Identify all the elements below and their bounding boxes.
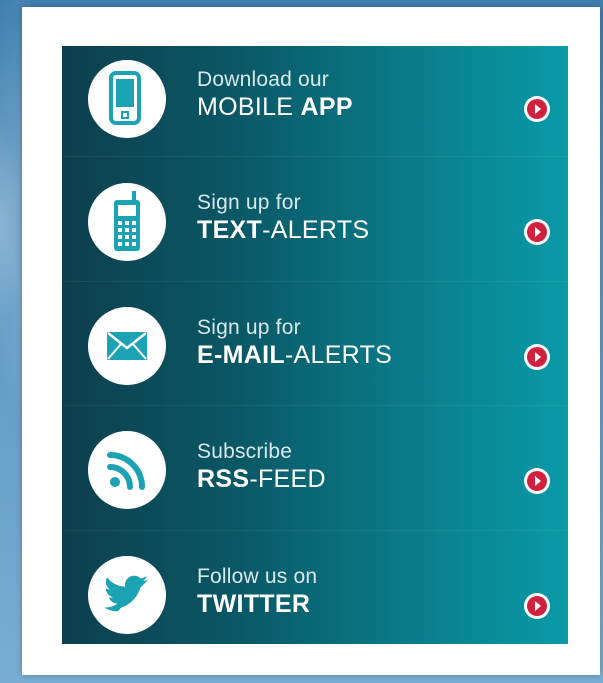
twitter-line1: Follow us on [197, 564, 318, 588]
text-alerts-title-rest: -ALERTS [262, 216, 370, 244]
mobile-app-line2: MOBILE APP [197, 92, 353, 122]
envelope-icon [88, 306, 166, 385]
rss-feed-arrow-icon[interactable] [524, 468, 550, 495]
text-alerts-row[interactable]: Sign up for TEXT-ALERTS [62, 157, 568, 282]
subscription-panel: Download our MOBILE APP Sign up for TEXT… [62, 46, 568, 644]
mobile-app-title-bold: APP [300, 93, 353, 121]
mobile-app-arrow-icon[interactable] [524, 96, 550, 122]
mobile-app-text: Download our MOBILE APP [197, 68, 353, 122]
mobile-app-title: MOBILE [197, 93, 294, 121]
rss-feed-line1: Subscribe [197, 440, 293, 464]
twitter-line2: TWITTER [197, 589, 317, 619]
email-alerts-line1: Sign up for [197, 315, 301, 339]
text-alerts-title-bold: TEXT [197, 216, 263, 244]
email-alerts-arrow-icon[interactable] [524, 343, 550, 370]
twitter-text: Follow us on TWITTER [197, 565, 317, 619]
twitter-bird-icon [88, 555, 166, 634]
email-alerts-text: Sign up for E-MAIL-ALERTS [197, 316, 392, 370]
rss-feed-title-rest: -FEED [249, 465, 326, 494]
twitter-arrow-icon[interactable] [524, 592, 550, 619]
rss-icon [88, 431, 166, 510]
email-alerts-line2: E-MAIL-ALERTS [197, 340, 392, 370]
rss-feed-title-bold: RSS [197, 465, 250, 494]
rss-feed-text: Subscribe RSS-FEED [197, 440, 326, 494]
text-alerts-arrow-icon[interactable] [524, 219, 550, 245]
email-alerts-row[interactable]: Sign up for E-MAIL-ALERTS [62, 282, 568, 407]
cellphone-icon [88, 183, 166, 261]
mobile-phone-icon [88, 60, 166, 138]
rss-feed-line2: RSS-FEED [197, 464, 326, 494]
twitter-title-bold: TWITTER [197, 589, 311, 618]
email-alerts-title-bold: E-MAIL [197, 340, 285, 369]
twitter-row[interactable]: Follow us on TWITTER [62, 531, 568, 644]
text-alerts-line1: Sign up for [197, 191, 301, 214]
mobile-app-row[interactable]: Download our MOBILE APP [62, 46, 568, 157]
email-alerts-title-rest: -ALERTS [284, 340, 393, 369]
text-alerts-text: Sign up for TEXT-ALERTS [197, 191, 369, 245]
text-alerts-line2: TEXT-ALERTS [197, 215, 369, 245]
rss-feed-row[interactable]: Subscribe RSS-FEED [62, 406, 568, 531]
mobile-app-line1: Download our [197, 68, 329, 91]
